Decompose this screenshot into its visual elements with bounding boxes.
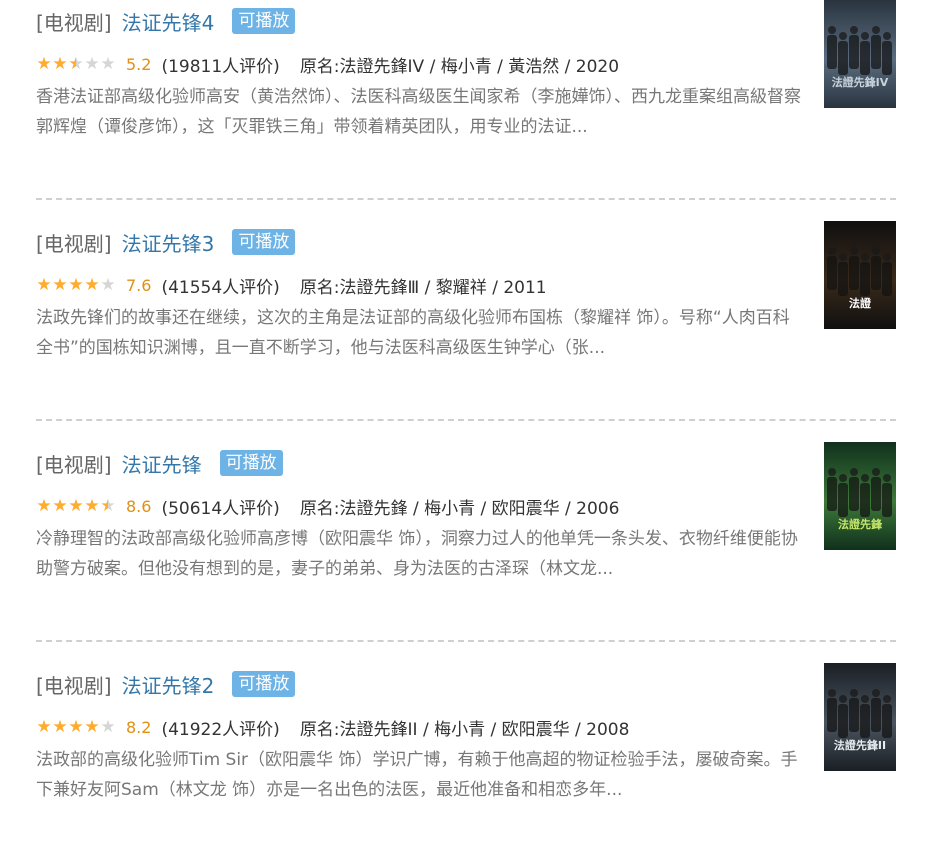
star-rating: ★ ★ ★ ★ ★ [36,495,116,516]
original-info: 原名:法證先鋒II / 梅小青 / 欧阳震华 / 2008 [299,719,630,740]
vote-count: (50614人评价) [161,498,280,519]
poster-title-text: 法證先鋒II [834,738,886,752]
title-link[interactable]: 法证先锋 [122,449,202,478]
star-rating: ★ ★ ★ ★ ★ [36,53,116,74]
category-label: [电视剧] [36,673,112,698]
star-icon: ★ [36,716,52,737]
vote-count: (19811人评价) [161,56,280,77]
star-rating: ★ ★ ★ ★ ★ [36,716,116,737]
description: 香港法证部高级化验师高安（黄浩然饰）、法医科高级医生闻家希（李施嬅饰）、西九龙重… [36,87,801,137]
playable-badge[interactable]: 可播放 [219,450,283,476]
poster-title-text: 法證 [849,296,872,310]
star-icon: ★ [84,53,100,74]
title-link[interactable]: 法证先锋2 [122,670,215,699]
star-icon: ★ [68,53,84,74]
poster-image[interactable]: 法證 [824,221,896,329]
result-item: [电视剧] 法证先锋3 可播放 ★ ★ ★ ★ ★ 7.6 (41554人评价) 原名:… [36,221,896,421]
title-link[interactable]: 法证先锋4 [122,7,215,36]
original-info: 原名:法證先鋒IV / 梅小青 / 黃浩然 / 2020 [299,56,620,77]
poster-title-text: 法證先鋒IV [832,75,889,89]
result-item: [电视剧] 法证先锋4 可播放 ★ ★ ★ ★ ★ 5.2 (19811人评价) 原名:… [36,0,896,200]
title-link[interactable]: 法证先锋3 [122,228,215,257]
star-rating: ★ ★ ★ ★ ★ [36,274,116,295]
category-label: [电视剧] [36,452,112,477]
poster-image[interactable]: 法證先鋒II [824,663,896,771]
divider [36,198,896,200]
meta-row: ★ ★ ★ ★ ★ 5.2 (19811人评价) 原名:法證先鋒IV / 梅小青 / 黃… [36,52,620,77]
star-icon: ★ [52,495,68,516]
result-item: [电视剧] 法证先锋2 可播放 ★ ★ ★ ★ ★ 8.2 (41922人评价) 原名:… [36,663,896,863]
title-row: [电视剧] 法证先锋4 可播放 [36,6,296,36]
star-icon: ★ [52,716,68,737]
divider [36,419,896,421]
star-icon: ★ [52,53,68,74]
vote-count: (41922人评价) [161,719,280,740]
meta-row: ★ ★ ★ ★ ★ 7.6 (41554人评价) 原名:法證先鋒Ⅲ / 黎耀祥 / 20… [36,273,547,298]
vote-count: (41554人评价) [161,277,280,298]
star-icon: ★ [100,53,116,74]
star-icon: ★ [36,495,52,516]
meta-row: ★ ★ ★ ★ ★ 8.2 (41922人评价) 原名:法證先鋒II / 梅小青 / 欧… [36,715,630,740]
star-icon: ★ [36,53,52,74]
rating-score: 8.2 [126,717,152,737]
star-icon: ★ [100,716,116,737]
title-row: [电视剧] 法证先锋 可播放 [36,448,283,478]
star-icon: ★ [100,495,116,516]
description: 法政先锋们的故事还在继续，这次的主角是法证部的高级化验师布国栋（黎耀祥 饰）。号… [36,308,790,358]
playable-badge[interactable]: 可播放 [232,229,296,255]
rating-score: 5.2 [126,54,152,74]
meta-row: ★ ★ ★ ★ ★ 8.6 (50614人评价) 原名:法證先鋒 / 梅小青 / 欧阳震… [36,494,620,519]
category-label: [电视剧] [36,231,112,256]
poster-image[interactable]: 法證先鋒 [824,442,896,550]
title-row: [电视剧] 法证先锋2 可播放 [36,669,296,699]
star-icon: ★ [68,716,84,737]
description: 法政部的高级化验师Tim Sir（欧阳震华 饰）学识广博，有赖于他高超的物证检验… [36,750,798,800]
result-item: [电视剧] 法证先锋 可播放 ★ ★ ★ ★ ★ 8.6 (50614人评价) 原名:法… [36,442,896,642]
star-icon: ★ [36,274,52,295]
star-icon: ★ [84,495,100,516]
description: 冷静理智的法政部高级化验师高彦博（欧阳震华 饰），洞察力过人的他单凭一条头发、衣… [36,529,798,579]
rating-score: 7.6 [126,275,152,295]
playable-badge[interactable]: 可播放 [232,8,296,34]
poster-image[interactable]: 法證先鋒IV [824,0,896,108]
star-icon: ★ [68,495,84,516]
star-icon: ★ [84,716,100,737]
poster-title-text: 法證先鋒 [838,517,883,531]
original-info: 原名:法證先鋒 / 梅小青 / 欧阳震华 / 2006 [299,498,620,519]
playable-badge[interactable]: 可播放 [232,671,296,697]
star-icon: ★ [68,274,84,295]
original-info: 原名:法證先鋒Ⅲ / 黎耀祥 / 2011 [299,277,547,298]
rating-score: 8.6 [126,496,152,516]
star-icon: ★ [52,274,68,295]
star-icon: ★ [84,274,100,295]
divider [36,640,896,642]
category-label: [电视剧] [36,10,112,35]
star-icon: ★ [100,274,116,295]
title-row: [电视剧] 法证先锋3 可播放 [36,227,296,257]
